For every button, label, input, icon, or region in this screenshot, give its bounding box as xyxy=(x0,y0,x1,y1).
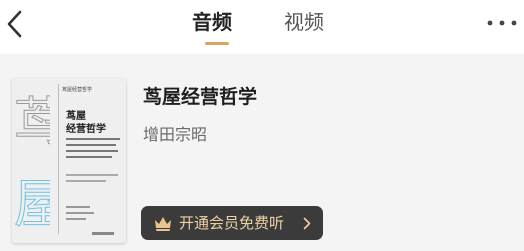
book-title: 茑屋经营哲学 xyxy=(143,86,258,108)
cover-title: 茑屋 经营哲学 xyxy=(66,110,106,136)
chevron-left-icon[interactable] xyxy=(2,6,32,42)
cover-large-character: 茑 xyxy=(14,93,50,153)
cover-subtext-block xyxy=(66,174,118,186)
crown-icon xyxy=(155,217,171,231)
cover-publisher-line: 茑屋经营哲学 xyxy=(62,87,93,93)
chevron-right-icon xyxy=(303,217,311,230)
cover-large-char-bottom: 屋 xyxy=(14,175,50,234)
cover-divider xyxy=(58,84,59,234)
cover-large-char-top: 茑 xyxy=(14,93,50,152)
tab-video[interactable]: 视频 xyxy=(284,8,324,36)
cover-text-block xyxy=(66,138,120,162)
active-tab-indicator xyxy=(205,42,229,45)
book-cover[interactable]: 茑 屋 茑屋经营哲学 茑屋 经营哲学 xyxy=(12,78,126,243)
book-info-panel: 茑 屋 茑屋经营哲学 茑屋 经营哲学 茑屋经营哲学 增田宗昭 开通会员免费听 xyxy=(0,54,524,251)
vip-free-listen-button[interactable]: 开通会员免费听 xyxy=(141,206,323,240)
book-author[interactable]: 增田宗昭 xyxy=(143,124,207,146)
top-navigation-bar: 音频 视频 xyxy=(0,0,524,50)
cover-title-line-2: 经营哲学 xyxy=(66,124,106,135)
cover-title-line-1: 茑屋 xyxy=(66,111,86,122)
cover-large-character: 屋 xyxy=(14,175,50,235)
cover-footer-text xyxy=(66,206,94,224)
more-horizontal-icon[interactable] xyxy=(483,14,523,32)
tab-audio[interactable]: 音频 xyxy=(192,8,232,36)
cover-publisher-logo xyxy=(92,232,114,235)
vip-button-label: 开通会员免费听 xyxy=(179,214,285,232)
